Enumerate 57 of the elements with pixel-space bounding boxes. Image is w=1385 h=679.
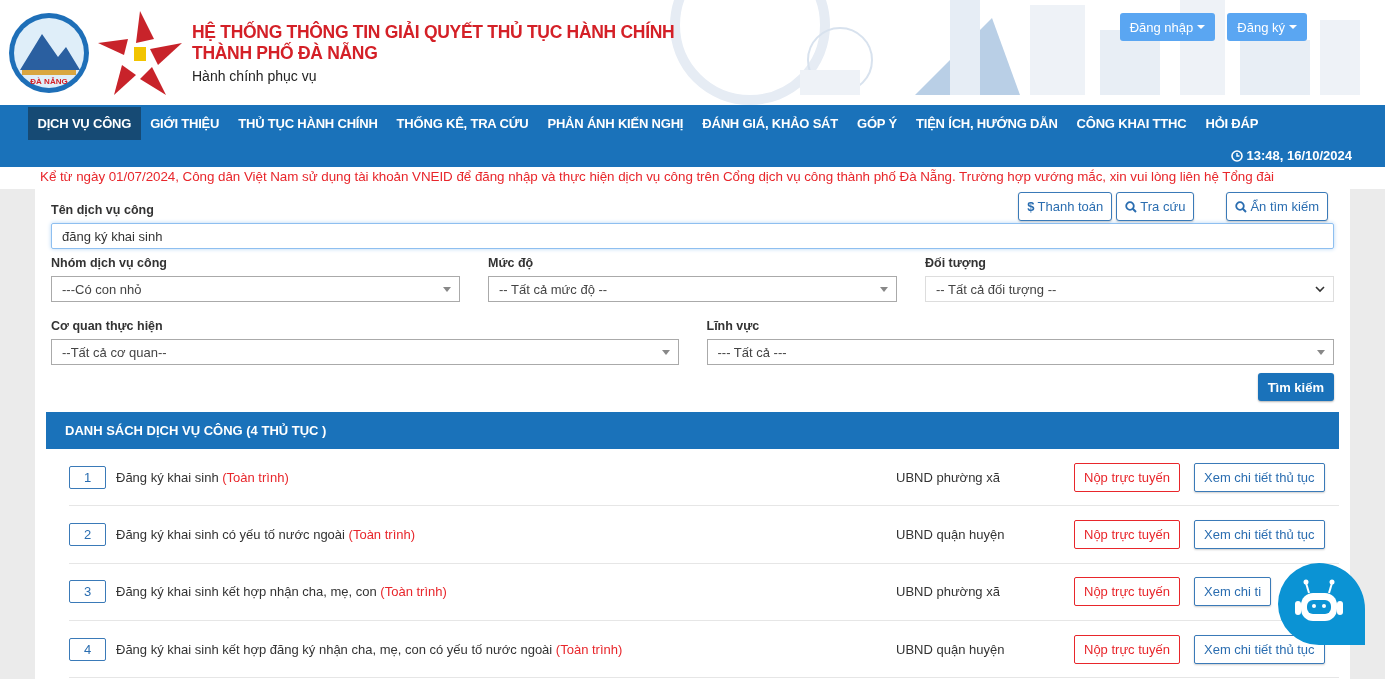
search-button[interactable]: Ẩn tìm kiếm [1226,192,1328,221]
submit-online-button[interactable]: Nộp trực tuyến [1074,519,1181,549]
dropdown-field[interactable]: --- Tất cả --- [706,339,1334,365]
dropdown-field[interactable]: --Tất cả cơ quan-- [51,339,679,365]
dropdown-field[interactable]: ---Có con nhỏ [51,276,460,302]
field-label: Mức độ [488,256,534,270]
agency-text: UBND phường xã [896,469,1001,485]
view-details-button[interactable]: Xem chi tiết thủ tục [1194,634,1325,664]
nav-tab[interactable]: TIỆN ÍCH, HƯỚNG DẪN [906,107,1068,140]
nav-tab[interactable]: ĐÁNH GIÁ, KHẢO SÁT [692,107,848,140]
field-label: Cơ quan thực hiện [51,319,163,333]
nav-tab[interactable]: THỦ TỤC HÀNH CHÍNH [228,107,388,140]
view-details-button[interactable]: Xem chi tiết thủ tục [1194,519,1325,549]
submit-online-button[interactable]: Nộp trực tuyến [1074,462,1181,492]
chevron-down-icon [1315,285,1325,293]
procedure-name[interactable]: Đăng ký khai sinh kết hợp đăng ký nhận cha, mẹ, con có yếu tố nước ngoài (Toàn trình) [116,641,896,657]
procedure-name[interactable]: Đăng ký khai sinh (Toàn trình) [116,469,896,485]
field-label: Tên dịch vụ công [51,203,154,217]
notice-text: Kể từ ngày 01/07/2024, Công dân Việt Nam sử dụng tài khoản VNEID để đăng nhập và thực hiện dịch vụ công trên Cổng dịch vụ công thành phố Đà Nẵng. Trường hợp vướng mắc, xin vui lòng liên hệ Tổng đài [0,167,1385,189]
agency-text: UBND quận huyện [896,641,1006,657]
site-title: HỆ THỐNG THÔNG TIN GIẢI QUYẾT THỦ TỤC HÀNH CHÍNH [192,21,675,42]
field-label: Đối tượng [925,256,986,270]
procedure-name[interactable]: Đăng ký khai sinh có yếu tố nước ngoài (Toàn trình) [116,526,896,542]
agency-text: UBND quận huyện [896,526,1006,542]
search-button[interactable]: Tra cứu [1116,192,1195,221]
date-time: 13:48, 16/10/2024 [1246,148,1352,163]
field-label: Nhóm dịch vụ công [51,256,167,270]
site-title: THÀNH PHỐ ĐÀ NẴNG [192,42,379,64]
submit-online-button[interactable]: Nộp trực tuyến [1074,634,1181,664]
clock-icon [1231,149,1244,162]
search-icon [1125,200,1138,213]
payment-button[interactable]: $ Thanh toán [1018,192,1113,221]
nav-tab[interactable]: PHẢN ÁNH KIẾN NGHỊ [537,107,693,140]
dropdown-field[interactable]: -- Tất cả đối tượng -- [925,276,1334,302]
row-number: 4 [69,637,106,661]
search-submit-button[interactable]: Tìm kiếm [1257,373,1334,401]
search-icon [1235,200,1248,213]
nav-tab[interactable]: CÔNG KHAI TTHC [1067,107,1196,140]
nav-tab[interactable]: GIỚI THIỆU [140,107,229,140]
row-number: 1 [69,465,106,489]
dropdown-field[interactable]: -- Tất cả mức độ -- [488,276,897,302]
row-number: 2 [69,522,106,546]
nav-tab[interactable]: THỐNG KÊ, TRA CỨU [387,107,538,140]
nav-tab[interactable]: GÓP Ý [847,107,907,140]
view-details-button[interactable]: Xem chi tiết thủ tục [1194,462,1325,492]
list-header: DANH SÁCH DỊCH VỤ CÔNG (4 THỦ TỤC ) [46,412,1339,449]
submit-online-button[interactable]: Nộp trực tuyến [1074,577,1181,607]
search-field[interactable]: đăng ký khai sinh [51,223,1334,249]
procedure-name[interactable]: Đăng ký khai sinh kết hợp nhận cha, mẹ, con (Toàn trình) [116,584,896,600]
field-label: Lĩnh vực [706,319,760,333]
view-details-button[interactable]: Xem chi ti [1194,577,1272,607]
site-slogan: Hành chính phục vụ [192,67,318,84]
nav-tab[interactable]: HỎI ĐÁP [1195,107,1268,140]
row-number: 3 [69,580,106,604]
agency-text: UBND phường xã [896,584,1001,600]
city-emblem-icon: ĐÀ NẴNG [8,11,90,94]
nav-tab[interactable]: DỊCH VỤ CÔNG [28,107,141,140]
